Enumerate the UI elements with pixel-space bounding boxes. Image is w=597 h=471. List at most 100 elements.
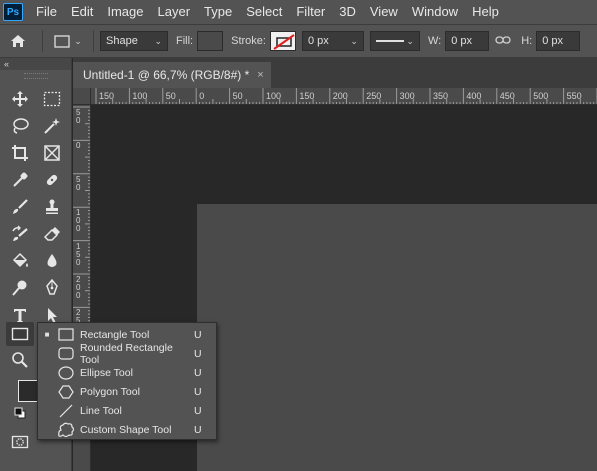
ruler-label: 400 bbox=[466, 91, 482, 101]
ruler-label: 300 bbox=[399, 91, 415, 101]
width-label: W: bbox=[427, 35, 442, 47]
document-tab-bar: Untitled-1 @ 66,7% (RGB/8#) * × bbox=[73, 58, 597, 88]
flyout-item-rounded-rectangle[interactable]: Rounded Rectangle Tool U bbox=[38, 341, 216, 366]
default-colors-icon[interactable] bbox=[14, 407, 26, 419]
ruler-label: 200 bbox=[332, 91, 348, 101]
fill-label: Fill: bbox=[176, 35, 194, 47]
ruler-label: 50 bbox=[165, 91, 176, 101]
selected-bullet-icon: ■ bbox=[44, 330, 50, 339]
shortcut-key: U bbox=[194, 366, 202, 379]
marquee-icon bbox=[43, 91, 61, 107]
move-icon bbox=[12, 91, 28, 107]
chevron-down-icon: ⌄ bbox=[406, 35, 414, 46]
menu-layer[interactable]: Layer bbox=[151, 0, 198, 24]
quick-mask-button[interactable] bbox=[6, 430, 34, 454]
shape-mode-select[interactable]: Shape ⌄ bbox=[100, 31, 168, 51]
stroke-swatch[interactable] bbox=[269, 31, 296, 51]
stroke-width-field[interactable]: 0 px ⌄ bbox=[301, 31, 364, 51]
move-tool[interactable] bbox=[6, 87, 34, 111]
brush-tool[interactable] bbox=[6, 195, 34, 219]
quick-mask-icon bbox=[11, 435, 29, 449]
flyout-item-custom-shape[interactable]: Custom Shape Tool U bbox=[38, 420, 216, 439]
menu-select[interactable]: Select bbox=[239, 0, 289, 24]
toolbar-grip[interactable] bbox=[23, 73, 48, 79]
clone-stamp-tool[interactable] bbox=[38, 195, 66, 219]
tool-preset-picker[interactable]: ⌄ bbox=[49, 29, 87, 53]
link-icon[interactable] bbox=[495, 34, 511, 48]
shortcut-key: U bbox=[194, 404, 202, 417]
horizontal-ruler[interactable]: 150 100 50 0 50 100 150 200 250 300 350 400 450 500 55… bbox=[91, 88, 597, 105]
eraser-tool[interactable] bbox=[38, 222, 66, 246]
ruler-origin[interactable] bbox=[73, 88, 91, 105]
dodge-tool[interactable] bbox=[6, 276, 34, 300]
menu-filter[interactable]: Filter bbox=[289, 0, 332, 24]
ruler-label: 100 bbox=[266, 91, 282, 101]
magic-wand-tool[interactable] bbox=[38, 114, 66, 138]
ruler-label: 100 bbox=[132, 91, 148, 101]
rectangle-tool[interactable] bbox=[6, 322, 34, 346]
stroke-width-value: 0 px bbox=[307, 35, 329, 47]
flyout-item-label: Rounded Rectangle Tool bbox=[80, 341, 173, 366]
bandage-icon bbox=[46, 174, 58, 186]
healing-brush-tool[interactable] bbox=[38, 168, 66, 192]
pen-tool[interactable] bbox=[38, 276, 66, 300]
photoshop-logo[interactable]: Ps bbox=[3, 3, 23, 21]
line-icon bbox=[56, 403, 76, 419]
height-field[interactable]: 0 px bbox=[536, 31, 581, 51]
home-icon bbox=[11, 35, 25, 47]
document-tab[interactable]: Untitled-1 @ 66,7% (RGB/8#) * × bbox=[73, 62, 271, 88]
frame-tool[interactable] bbox=[38, 141, 66, 165]
fill-swatch[interactable] bbox=[197, 31, 224, 51]
no-color-icon bbox=[273, 34, 295, 50]
menu-type[interactable]: Type bbox=[197, 0, 239, 24]
close-icon[interactable]: × bbox=[257, 69, 263, 81]
flyout-item-ellipse[interactable]: Ellipse Tool U bbox=[38, 363, 216, 382]
stroke-type-select[interactable]: ⌄ bbox=[369, 31, 420, 51]
menu-edit[interactable]: Edit bbox=[64, 0, 100, 24]
eyedropper-tool[interactable] bbox=[6, 168, 34, 192]
lasso-tool[interactable] bbox=[6, 114, 34, 138]
ruler-label: 250 bbox=[366, 91, 382, 101]
history-brush-tool[interactable] bbox=[6, 222, 34, 246]
shortcut-key: U bbox=[194, 423, 202, 436]
menu-window[interactable]: Window bbox=[405, 0, 465, 24]
rectangle-icon bbox=[56, 327, 76, 343]
flyout-item-line[interactable]: Line Tool U bbox=[38, 401, 216, 420]
shortcut-key: U bbox=[194, 385, 202, 398]
menu-help[interactable]: Help bbox=[465, 0, 506, 24]
chevron-down-icon: ⌄ bbox=[350, 35, 358, 46]
crop-tool[interactable] bbox=[6, 141, 34, 165]
separator bbox=[42, 30, 43, 52]
blur-tool[interactable] bbox=[38, 249, 66, 273]
menu-image[interactable]: Image bbox=[100, 0, 150, 24]
frame-icon bbox=[44, 145, 60, 161]
ruler-label: 550 bbox=[566, 91, 582, 101]
collapse-toolbar-button[interactable]: « bbox=[0, 58, 71, 70]
stroke-label: Stroke: bbox=[231, 35, 266, 47]
crop-icon bbox=[12, 145, 28, 161]
menu-3d[interactable]: 3D bbox=[332, 0, 363, 24]
ruler-label: 5 0 bbox=[76, 108, 81, 125]
flyout-item-polygon[interactable]: Polygon Tool U bbox=[38, 382, 216, 401]
menu-view[interactable]: View bbox=[363, 0, 405, 24]
width-field[interactable]: 0 px bbox=[445, 31, 490, 51]
magic-wand-icon bbox=[44, 118, 60, 134]
home-button[interactable] bbox=[0, 27, 36, 55]
ruler-label: 450 bbox=[499, 91, 515, 101]
marquee-tool[interactable] bbox=[38, 87, 66, 111]
stamp-icon bbox=[46, 199, 58, 214]
paint-bucket-tool[interactable] bbox=[6, 249, 34, 273]
zoom-tool[interactable] bbox=[6, 348, 34, 372]
dodge-icon bbox=[12, 280, 27, 296]
ruler-label: 0 bbox=[76, 141, 81, 151]
menu-file[interactable]: File bbox=[29, 0, 64, 24]
flyout-item-label: Line Tool bbox=[80, 404, 122, 417]
rectangle-icon bbox=[11, 327, 29, 341]
document-canvas[interactable] bbox=[197, 204, 597, 471]
height-label: H: bbox=[521, 35, 533, 47]
custom-shape-icon bbox=[56, 422, 76, 438]
rectangle-icon bbox=[54, 34, 70, 48]
ruler-label: 50 bbox=[232, 91, 243, 101]
flyout-item-label: Polygon Tool bbox=[80, 385, 140, 398]
shortcut-key: U bbox=[194, 347, 202, 360]
